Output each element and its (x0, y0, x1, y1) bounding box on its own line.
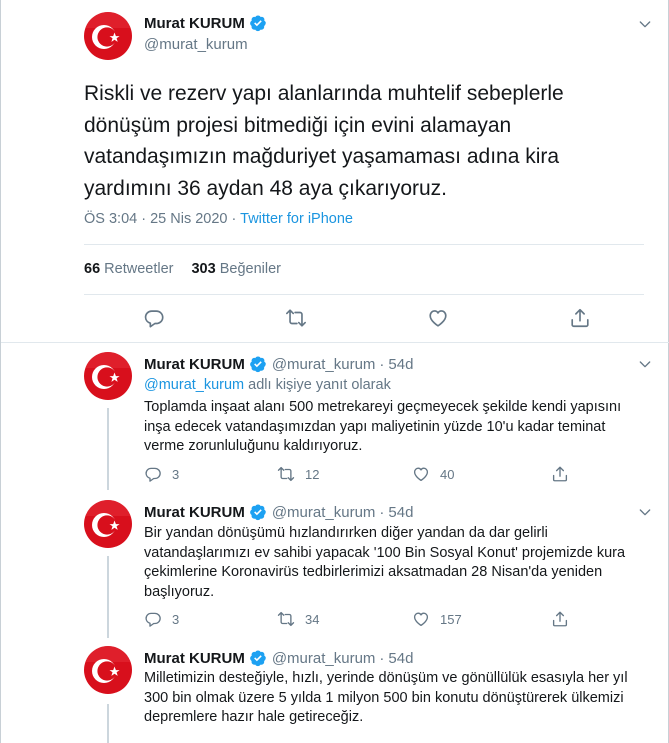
author-display-name[interactable]: Murat KURUM (144, 650, 245, 667)
turkish-flag-avatar-image (84, 352, 132, 400)
reply-icon (144, 465, 162, 483)
tweet-age[interactable]: 54d (388, 504, 413, 521)
reply-to-mention[interactable]: @murat_kurum (144, 377, 244, 393)
dot-separator: · (379, 649, 385, 667)
author-display-name[interactable]: Murat KURUM (144, 356, 245, 373)
like-button[interactable] (427, 307, 449, 329)
reply-button[interactable]: 3 (144, 610, 179, 628)
reply-author-row: Murat KURUM @murat_kurum · 54d (144, 503, 413, 521)
likes-count: 303 (191, 261, 216, 277)
author-handle[interactable]: @murat_kurum (272, 504, 376, 521)
share-icon (569, 307, 591, 329)
avatar[interactable] (84, 352, 132, 400)
tweet-stats: 66 Retweetler 303 Beğeniler (84, 261, 281, 277)
tweet-thread-panel: Murat KURUM @murat_kurum Riskli ve rezer… (0, 0, 669, 743)
reply-text: Toplamda inşaat alanı 500 metrekareyi ge… (144, 399, 622, 454)
meta-separator-1: · (141, 211, 147, 227)
retweet-button[interactable]: 34 (277, 610, 319, 628)
like-count: 157 (440, 611, 462, 627)
dot-separator: · (379, 355, 385, 373)
tweet-date[interactable]: 25 Nis 2020 (150, 211, 227, 227)
author-display-name[interactable]: Murat KURUM (144, 504, 245, 521)
verified-badge-icon (249, 355, 267, 373)
reply-context: @murat_kurum adlı kişiye yanıt olarak (144, 377, 391, 393)
heart-icon (427, 307, 449, 329)
verified-badge-icon (249, 14, 267, 32)
tweet-time[interactable]: ÖS 3:04 (84, 211, 137, 227)
author-handle[interactable]: @murat_kurum (272, 650, 376, 667)
reply-count: 3 (172, 466, 180, 482)
retweet-icon (285, 307, 307, 329)
tweet-source-link[interactable]: Twitter for iPhone (240, 211, 353, 227)
like-button[interactable]: 40 (412, 465, 454, 483)
avatar[interactable] (84, 646, 132, 694)
tweet-age[interactable]: 54d (388, 650, 413, 667)
retweets-stat[interactable]: 66 Retweetler (84, 261, 173, 277)
like-button[interactable]: 157 (412, 610, 462, 628)
avatar[interactable] (84, 12, 132, 60)
turkish-flag-avatar-image (84, 500, 132, 548)
reply-text: Bir yandan dönüşümü hızlandırırken diğer… (144, 525, 626, 600)
chevron-down-icon[interactable] (637, 504, 653, 520)
reply-icon (144, 610, 162, 628)
author-name-row[interactable]: Murat KURUM (144, 14, 267, 32)
author-handle[interactable]: @murat_kurum (144, 36, 248, 53)
share-button[interactable] (551, 610, 579, 628)
thread-line (107, 408, 109, 490)
likes-stat[interactable]: 303 Beğeniler (191, 261, 281, 277)
divider (84, 244, 644, 245)
turkish-flag-avatar-image (84, 12, 132, 60)
divider (84, 294, 644, 295)
retweets-label: Retweetler (104, 261, 174, 277)
heart-icon (412, 610, 430, 628)
heart-icon (412, 465, 430, 483)
reply-text: Milletimizin desteğiyle, hızlı, yerinde … (144, 670, 628, 725)
reply-icon (143, 307, 165, 329)
reply-author-row: Murat KURUM @murat_kurum · 54d (144, 649, 413, 667)
retweets-count: 66 (84, 261, 101, 277)
reply-to-suffix: adlı kişiye yanıt olarak (248, 377, 391, 393)
turkish-flag-avatar-image (84, 646, 132, 694)
meta-separator-2: · (231, 211, 237, 227)
share-button[interactable] (551, 465, 579, 483)
reply-count: 3 (172, 611, 180, 627)
main-tweet: Murat KURUM @murat_kurum Riskli ve rezer… (1, 0, 669, 343)
chevron-down-icon[interactable] (637, 16, 653, 32)
retweet-icon (277, 610, 295, 628)
verified-badge-icon (249, 649, 267, 667)
retweet-button[interactable]: 12 (277, 465, 319, 483)
avatar[interactable] (84, 500, 132, 548)
reply-button[interactable] (143, 307, 165, 329)
author-display-name[interactable]: Murat KURUM (144, 15, 245, 32)
author-handle[interactable]: @murat_kurum (272, 356, 376, 373)
tweet-text: Riskli ve rezerv yapı alanlarında muhtel… (84, 82, 564, 200)
retweet-button[interactable] (285, 307, 307, 329)
retweet-count: 34 (305, 611, 320, 627)
chevron-down-icon[interactable] (637, 356, 653, 372)
share-icon (551, 465, 569, 483)
share-button[interactable] (569, 307, 591, 329)
reply-button[interactable]: 3 (144, 465, 179, 483)
retweet-icon (277, 465, 295, 483)
verified-badge-icon (249, 503, 267, 521)
likes-label: Beğeniler (219, 261, 281, 277)
tweet-age[interactable]: 54d (388, 356, 413, 373)
retweet-count: 12 (305, 466, 320, 482)
dot-separator: · (379, 503, 385, 521)
tweet-meta: ÖS 3:04 · 25 Nis 2020 · Twitter for iPho… (84, 211, 353, 227)
thread-line (107, 704, 109, 743)
share-icon (551, 610, 569, 628)
thread-line (107, 556, 109, 638)
like-count: 40 (440, 466, 455, 482)
reply-author-row: Murat KURUM @murat_kurum · 54d (144, 355, 413, 373)
